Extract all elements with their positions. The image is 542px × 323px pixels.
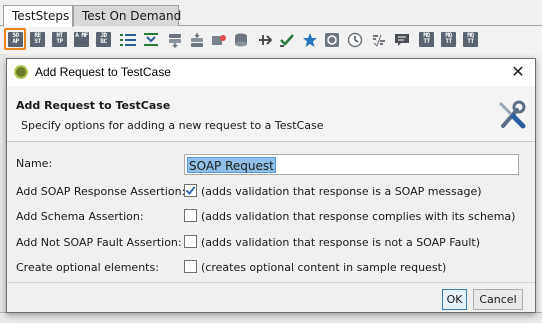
properties-icon[interactable]	[370, 31, 387, 48]
soap-response-assertion-checkbox[interactable]	[184, 184, 197, 197]
app-bottom-strip	[0, 312, 542, 323]
name-label: Name:	[16, 157, 53, 170]
datasink-icon[interactable]	[188, 31, 205, 48]
teststeps-toolbar: SO AP RE ST HT TP A MF JD BC MQ TT MQ TT…	[0, 27, 542, 54]
tools-icon	[495, 98, 529, 132]
ok-button[interactable]: OK	[442, 289, 467, 310]
database-icon[interactable]	[232, 31, 249, 48]
selected-toolbar-highlight	[4, 28, 26, 50]
create-optional-elements-checkbox[interactable]	[184, 260, 197, 273]
dialog-title: Add Request to TestCase	[35, 65, 171, 79]
dialog-button-bar: OK Cancel	[7, 282, 535, 312]
list-icon[interactable]	[119, 31, 136, 48]
mq-icon[interactable]: MQ TT	[418, 31, 435, 48]
star-icon[interactable]	[301, 31, 318, 48]
soap-response-assertion-label: Add SOAP Response Assertion:	[16, 185, 186, 198]
close-icon[interactable]: ✕	[509, 63, 527, 81]
tab-test-on-demand[interactable]: Test On Demand	[73, 5, 181, 26]
create-optional-elements-description: (creates optional content in sample requ…	[201, 261, 447, 274]
goto-icon[interactable]	[256, 31, 273, 48]
request-options-form: Name: SOAP Request Add SOAP Response Ass…	[7, 143, 535, 283]
header-description: Specify options for adding a new request…	[21, 119, 324, 132]
delay-icon[interactable]	[346, 31, 363, 48]
datasource-icon[interactable]	[166, 31, 183, 48]
schema-assertion-description: (adds validation that response complies …	[201, 210, 516, 223]
comment-icon[interactable]	[393, 31, 410, 48]
header-title: Add Request to TestCase	[16, 99, 171, 112]
dialog-titlebar[interactable]: Add Request to TestCase ✕	[7, 59, 535, 86]
check-icon[interactable]	[278, 31, 295, 48]
loop-icon[interactable]	[323, 31, 340, 48]
mqtt-publish-icon[interactable]: MQ TT	[462, 31, 479, 48]
cancel-button[interactable]: Cancel	[473, 289, 523, 310]
add-rest-request-icon[interactable]: RE ST	[29, 31, 46, 48]
name-input-selected-text: SOAP Request	[187, 157, 276, 173]
soapui-logo-icon	[14, 65, 28, 79]
soap-response-assertion-description: (adds validation that response is a SOAP…	[201, 185, 482, 198]
add-http-request-icon[interactable]: HT TP	[51, 31, 68, 48]
schema-assertion-label: Add Schema Assertion:	[16, 210, 144, 223]
mqtt-icon[interactable]: MQ TT	[440, 31, 457, 48]
not-soap-fault-assertion-checkbox[interactable]	[184, 235, 197, 248]
dialog-header: Add Request to TestCase Specify options …	[7, 86, 535, 142]
groovy-script-icon[interactable]	[142, 31, 159, 48]
schema-assertion-checkbox[interactable]	[184, 209, 197, 222]
add-amf-request-icon[interactable]: A MF	[73, 31, 90, 48]
tab-bar: TestSteps Test On Demand	[0, 0, 542, 28]
not-soap-fault-assertion-label: Add Not SOAP Fault Assertion:	[16, 236, 182, 249]
create-optional-elements-label: Create optional elements:	[16, 261, 159, 274]
add-jdbc-request-icon[interactable]: JD BC	[95, 31, 112, 48]
property-transfer-icon[interactable]	[210, 31, 227, 48]
not-soap-fault-assertion-description: (adds validation that response is not a …	[201, 236, 480, 249]
tab-teststeps[interactable]: TestSteps	[3, 5, 73, 27]
checkmark-icon	[185, 186, 196, 195]
add-request-dialog: Add Request to TestCase ✕ Add Request to…	[6, 58, 536, 313]
